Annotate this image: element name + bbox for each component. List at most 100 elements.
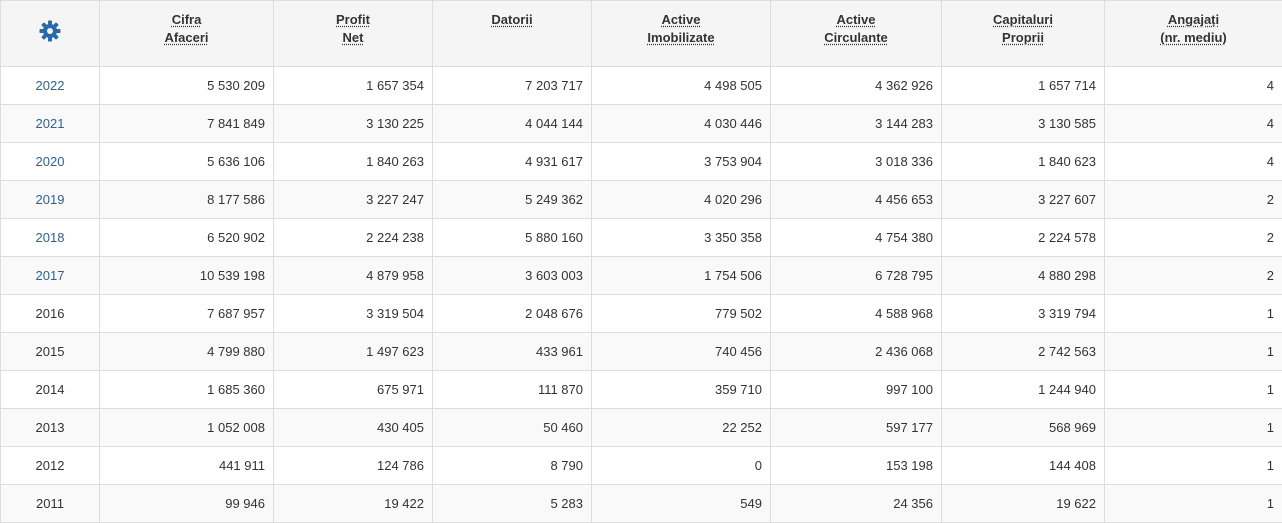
year-link[interactable]: 2020	[36, 154, 65, 169]
year-cell: 2014	[1, 371, 100, 409]
value-cell-datorii: 5 249 362	[433, 181, 592, 219]
year-label: 2012	[36, 458, 65, 473]
column-header-line1: Angajați	[1168, 12, 1219, 27]
column-header-line1: Active	[836, 12, 875, 27]
column-header-line1: Capitaluri	[993, 12, 1053, 27]
value-cell-active-imobilizate: 4 498 505	[592, 67, 771, 105]
value-cell-datorii: 7 203 717	[433, 67, 592, 105]
header-row: CifraAfaceriProfitNetDatoriiActiveImobil…	[1, 1, 1282, 67]
value-cell-angajati: 2	[1105, 219, 1282, 257]
table-row: 20141 685 360675 971111 870359 710997 10…	[1, 371, 1282, 409]
year-link[interactable]: 2021	[36, 116, 65, 131]
value-cell-active-circulante: 3 018 336	[771, 143, 942, 181]
year-link[interactable]: 2018	[36, 230, 65, 245]
table-row: 20154 799 8801 497 623433 961740 4562 43…	[1, 333, 1282, 371]
table-row: 201199 94619 4225 28354924 35619 6221	[1, 485, 1282, 523]
value-cell-capitaluri-proprii: 1 657 714	[942, 67, 1105, 105]
value-cell-active-imobilizate: 22 252	[592, 409, 771, 447]
value-cell-active-circulante: 24 356	[771, 485, 942, 523]
year-label: 2014	[36, 382, 65, 397]
value-cell-cifra-afaceri: 8 177 586	[100, 181, 274, 219]
value-cell-cifra-afaceri: 99 946	[100, 485, 274, 523]
year-label: 2016	[36, 306, 65, 321]
value-cell-cifra-afaceri: 441 911	[100, 447, 274, 485]
value-cell-datorii: 3 603 003	[433, 257, 592, 295]
gear-icon[interactable]	[38, 19, 62, 43]
value-cell-capitaluri-proprii: 19 622	[942, 485, 1105, 523]
value-cell-angajati: 1	[1105, 295, 1282, 333]
value-cell-angajati: 2	[1105, 257, 1282, 295]
value-cell-capitaluri-proprii: 3 130 585	[942, 105, 1105, 143]
year-cell: 2011	[1, 485, 100, 523]
value-cell-datorii: 2 048 676	[433, 295, 592, 333]
year-label: 2011	[36, 496, 64, 511]
column-header-line1: Active	[661, 12, 700, 27]
value-cell-profit-net: 675 971	[274, 371, 433, 409]
value-cell-profit-net: 1 840 263	[274, 143, 433, 181]
value-cell-active-circulante: 2 436 068	[771, 333, 942, 371]
year-cell: 2022	[1, 67, 100, 105]
value-cell-active-imobilizate: 740 456	[592, 333, 771, 371]
year-label: 2013	[36, 420, 65, 435]
table-row: 20205 636 1061 840 2634 931 6173 753 904…	[1, 143, 1282, 181]
value-cell-capitaluri-proprii: 144 408	[942, 447, 1105, 485]
value-cell-cifra-afaceri: 10 539 198	[100, 257, 274, 295]
value-cell-cifra-afaceri: 7 687 957	[100, 295, 274, 333]
year-cell: 2017	[1, 257, 100, 295]
value-cell-active-imobilizate: 779 502	[592, 295, 771, 333]
value-cell-profit-net: 1 497 623	[274, 333, 433, 371]
financial-table: CifraAfaceriProfitNetDatoriiActiveImobil…	[0, 0, 1282, 523]
year-link[interactable]: 2017	[36, 268, 65, 283]
year-label: 2015	[36, 344, 65, 359]
column-header-profit-net: ProfitNet	[274, 1, 433, 67]
column-header-line1: Profit	[336, 12, 370, 27]
value-cell-profit-net: 3 319 504	[274, 295, 433, 333]
value-cell-capitaluri-proprii: 1 840 623	[942, 143, 1105, 181]
value-cell-profit-net: 2 224 238	[274, 219, 433, 257]
value-cell-angajati: 1	[1105, 371, 1282, 409]
value-cell-active-circulante: 153 198	[771, 447, 942, 485]
year-cell: 2013	[1, 409, 100, 447]
year-cell: 2016	[1, 295, 100, 333]
table-body: 20225 530 2091 657 3547 203 7174 498 505…	[1, 67, 1282, 523]
value-cell-datorii: 50 460	[433, 409, 592, 447]
value-cell-cifra-afaceri: 6 520 902	[100, 219, 274, 257]
value-cell-capitaluri-proprii: 1 244 940	[942, 371, 1105, 409]
value-cell-datorii: 5 283	[433, 485, 592, 523]
value-cell-cifra-afaceri: 5 636 106	[100, 143, 274, 181]
value-cell-active-circulante: 4 588 968	[771, 295, 942, 333]
value-cell-profit-net: 430 405	[274, 409, 433, 447]
value-cell-angajati: 2	[1105, 181, 1282, 219]
column-header-cifra-afaceri: Cifra Afaceri	[100, 1, 274, 67]
value-cell-active-circulante: 6 728 795	[771, 257, 942, 295]
column-header-line1: Cifra	[172, 12, 202, 27]
year-cell: 2019	[1, 181, 100, 219]
value-cell-cifra-afaceri: 1 052 008	[100, 409, 274, 447]
column-header-datorii: Datorii	[433, 1, 592, 67]
value-cell-profit-net: 124 786	[274, 447, 433, 485]
value-cell-angajati: 1	[1105, 485, 1282, 523]
table-header: CifraAfaceriProfitNetDatoriiActiveImobil…	[1, 1, 1282, 67]
year-link[interactable]: 2022	[36, 78, 65, 93]
value-cell-capitaluri-proprii: 2 742 563	[942, 333, 1105, 371]
table-row: 201710 539 1984 879 9583 603 0031 754 50…	[1, 257, 1282, 295]
value-cell-angajati: 4	[1105, 67, 1282, 105]
column-header-line2: Afaceri	[164, 30, 208, 45]
value-cell-angajati: 4	[1105, 105, 1282, 143]
value-cell-active-circulante: 597 177	[771, 409, 942, 447]
value-cell-active-imobilizate: 0	[592, 447, 771, 485]
settings-header-cell	[1, 1, 100, 67]
table-row: 2012441 911124 7868 7900153 198144 4081	[1, 447, 1282, 485]
column-header-active-circulante: ActiveCirculante	[771, 1, 942, 67]
year-cell: 2021	[1, 105, 100, 143]
column-header-line1: Datorii	[491, 12, 532, 27]
column-header-angajati: Angajați(nr. mediu)	[1105, 1, 1282, 67]
year-link[interactable]: 2019	[36, 192, 65, 207]
value-cell-profit-net: 19 422	[274, 485, 433, 523]
table-row: 20198 177 5863 227 2475 249 3624 020 296…	[1, 181, 1282, 219]
value-cell-datorii: 4 931 617	[433, 143, 592, 181]
value-cell-capitaluri-proprii: 2 224 578	[942, 219, 1105, 257]
table-row: 2016 7 687 9573 319 5042 048 676779 5024 …	[1, 295, 1282, 333]
value-cell-active-imobilizate: 4 030 446	[592, 105, 771, 143]
column-header-line2: Proprii	[1002, 30, 1044, 45]
